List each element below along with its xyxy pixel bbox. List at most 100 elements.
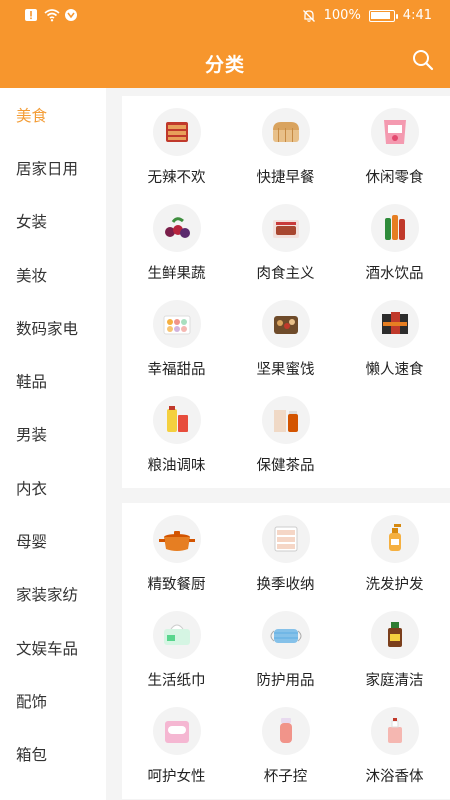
clock: 4:41 (402, 8, 432, 23)
category-tile-label: 生鲜果蔬 (147, 266, 206, 282)
sidebar-item[interactable]: 女装 (0, 195, 106, 248)
category-section: 精致餐厨 换季收纳 洗发护发生活纸巾 防护用品 家庭清洁呵护女性 杯子控 沐浴香体 (122, 503, 450, 799)
category-section: 无辣不欢 快捷早餐 休闲零食生鲜果蔬 肉食主义 酒水饮品幸福甜品 坚果蜜饯 懒人速食粮油调味… (122, 96, 450, 488)
category-tile[interactable]: 酒水饮品 (340, 200, 449, 296)
sidebar-item-label: 内衣 (16, 479, 48, 498)
alert-icon (24, 8, 38, 22)
sidebar-item-label: 美妆 (16, 266, 48, 285)
category-tile-label: 懒人速食 (365, 362, 424, 378)
vpn-icon (64, 8, 78, 22)
sidebar-item-label: 男装 (16, 426, 48, 445)
category-tile[interactable]: 沐浴香体 (340, 703, 449, 799)
category-tile-label: 呵护女性 (147, 769, 206, 785)
perfume-icon (370, 707, 419, 755)
category-sidebar: 美食居家日用女装美妆数码家电鞋品男装内衣母婴家装家纺文娱车品配饰箱包 (0, 88, 106, 800)
category-tile[interactable]: 生活纸巾 (122, 607, 231, 703)
bottles-icon (370, 204, 419, 252)
tea-icon (261, 396, 310, 444)
sidebar-item[interactable]: 内衣 (0, 461, 106, 514)
sidebar-item-label: 数码家电 (16, 319, 79, 338)
subcategory-panel: 无辣不欢 快捷早餐 休闲零食生鲜果蔬 肉食主义 酒水饮品幸福甜品 坚果蜜饯 懒人速食粮油调味… (122, 96, 450, 800)
noodle-packs-icon (370, 300, 419, 348)
category-tile[interactable]: 防护用品 (231, 607, 340, 703)
search-icon (413, 50, 434, 71)
sidebar-item[interactable]: 文娱车品 (0, 621, 106, 674)
category-tile[interactable]: 呵护女性 (122, 703, 231, 799)
category-tile-label: 休闲零食 (365, 170, 424, 186)
category-tile-label: 杯子控 (263, 769, 308, 785)
page-title: 分类 (204, 54, 245, 76)
sidebar-item[interactable]: 家装家纺 (0, 568, 106, 621)
sidebar-item[interactable]: 母婴 (0, 514, 106, 567)
bread-icon (261, 108, 310, 156)
sidebar-item[interactable]: 箱包 (0, 728, 106, 781)
category-tile-label: 换季收纳 (256, 577, 315, 593)
mute-bell-icon (302, 9, 316, 23)
sidebar-item-label: 家装家纺 (16, 586, 79, 605)
search-button[interactable] (412, 49, 434, 71)
berries-icon (152, 204, 201, 252)
sidebar-item[interactable]: 居家日用 (0, 141, 106, 194)
category-tile[interactable]: 休闲零食 (340, 104, 449, 200)
category-tile[interactable]: 懒人速食 (340, 296, 449, 392)
oil-rice-icon (152, 396, 201, 444)
category-tile-label: 家庭清洁 (365, 673, 424, 689)
category-tile[interactable]: 幸福甜品 (122, 296, 231, 392)
category-tile-label: 坚果蜜饯 (256, 362, 315, 378)
mask-icon (261, 611, 310, 659)
category-tile-label: 精致餐厨 (147, 577, 206, 593)
macaron-icon (152, 300, 201, 348)
category-tile[interactable]: 精致餐厨 (122, 511, 231, 607)
sidebar-item-label: 女装 (16, 213, 48, 232)
category-tile-label: 无辣不欢 (147, 170, 206, 186)
category-tile[interactable]: 家庭清洁 (340, 607, 449, 703)
category-tile-label: 防护用品 (256, 673, 315, 689)
category-tile-label: 保健茶品 (256, 458, 315, 474)
category-tile[interactable]: 保健茶品 (231, 392, 340, 488)
category-tile-label: 生活纸巾 (147, 673, 206, 689)
category-tile[interactable]: 粮油调味 (122, 392, 231, 488)
sidebar-item[interactable]: 美食 (0, 88, 106, 141)
sidebar-item[interactable]: 配饰 (0, 674, 106, 727)
category-tile[interactable]: 杯子控 (231, 703, 340, 799)
category-tile[interactable]: 无辣不欢 (122, 104, 231, 200)
battery-icon (368, 9, 398, 22)
category-tile-label: 酒水饮品 (365, 266, 424, 282)
category-tile-label: 沐浴香体 (365, 769, 424, 785)
sidebar-item-label: 母婴 (16, 533, 48, 552)
meat-box-icon (261, 204, 310, 252)
category-tile-label: 快捷早餐 (256, 170, 315, 186)
cup-icon (261, 707, 310, 755)
category-tile[interactable]: 洗发护发 (340, 511, 449, 607)
app-header: 100% 4:41 分类 (0, 0, 450, 88)
category-grid: 无辣不欢 快捷早餐 休闲零食生鲜果蔬 肉食主义 酒水饮品幸福甜品 坚果蜜饯 懒人速食粮油调味… (122, 104, 450, 488)
sidebar-item-label: 居家日用 (16, 159, 79, 178)
shampoo-icon (370, 515, 419, 563)
sidebar-item-label: 文娱车品 (16, 639, 79, 658)
category-tile[interactable]: 快捷早餐 (231, 104, 340, 200)
sidebar-item[interactable]: 男装 (0, 408, 106, 461)
category-tile-label: 肉食主义 (256, 266, 315, 282)
spicy-snack-icon (152, 108, 201, 156)
category-tile[interactable]: 换季收纳 (231, 511, 340, 607)
sidebar-item-label: 箱包 (16, 746, 48, 765)
category-tile[interactable]: 坚果蜜饯 (231, 296, 340, 392)
pot-icon (152, 515, 201, 563)
sidebar-item-label: 美食 (16, 106, 48, 125)
wifi-icon (44, 8, 60, 22)
sidebar-item-label: 配饰 (16, 692, 48, 711)
tissue-icon (152, 611, 201, 659)
sidebar-item[interactable]: 数码家电 (0, 301, 106, 354)
category-tile[interactable]: 生鲜果蔬 (122, 200, 231, 296)
drawer-icon (261, 515, 310, 563)
status-bar: 100% 4:41 (0, 0, 450, 34)
battery-percent: 100% (323, 8, 361, 23)
category-tile[interactable]: 肉食主义 (231, 200, 340, 296)
status-right: 100% 4:41 (302, 8, 432, 23)
category-grid: 精致餐厨 换季收纳 洗发护发生活纸巾 防护用品 家庭清洁呵护女性 杯子控 沐浴香体 (122, 511, 450, 799)
pad-icon (152, 707, 201, 755)
sidebar-item[interactable]: 鞋品 (0, 354, 106, 407)
sidebar-item[interactable]: 美妆 (0, 248, 106, 301)
category-tile-label: 幸福甜品 (147, 362, 206, 378)
category-tile-label: 粮油调味 (147, 458, 206, 474)
